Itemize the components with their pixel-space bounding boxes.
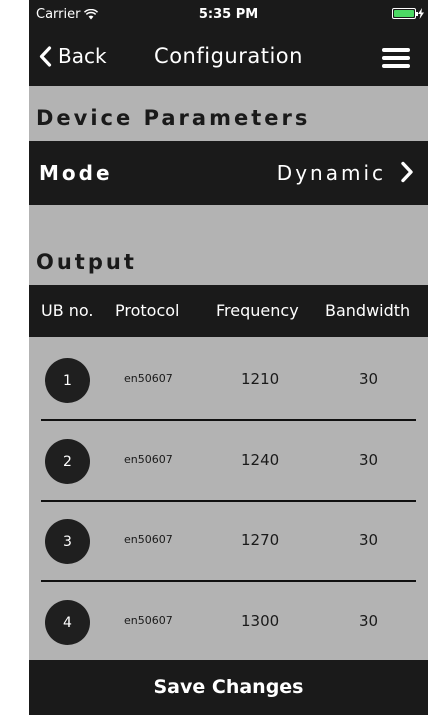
table-row[interactable]: 2 en50607 1240 30	[29, 421, 428, 501]
output-heading: Output	[36, 250, 137, 274]
bandwidth-cell: 30	[359, 612, 379, 630]
protocol-cell: en50607	[124, 453, 173, 466]
column-header-protocol: Protocol	[115, 301, 180, 320]
column-header-bandwidth: Bandwidth	[325, 301, 411, 320]
bandwidth-cell: 30	[359, 531, 379, 549]
nav-bar: Back Configuration	[29, 28, 428, 86]
column-header-ub: UB no.	[41, 301, 94, 320]
chevron-right-icon	[401, 161, 413, 183]
frequency-cell: 1270	[241, 531, 280, 549]
table-header: UB no. Protocol Frequency Bandwidth	[29, 285, 428, 337]
save-changes-button[interactable]: Save Changes	[29, 660, 428, 715]
phone-screen: Carrier 5:35 PM Back Configuration Devic…	[29, 0, 428, 715]
back-button[interactable]: Back	[39, 44, 107, 68]
bandwidth-cell: 30	[359, 451, 379, 469]
device-parameters-heading: Device Parameters	[36, 106, 311, 130]
protocol-cell: en50607	[124, 372, 173, 385]
chevron-left-icon	[39, 45, 52, 67]
status-time: 5:35 PM	[198, 7, 259, 22]
protocol-cell: en50607	[124, 533, 173, 546]
mode-value: Dynamic	[276, 161, 386, 185]
table-row[interactable]: 1 en50607 1210 30	[29, 340, 428, 420]
ub-number-badge: 1	[45, 358, 90, 403]
frequency-cell: 1300	[241, 612, 280, 630]
mode-row[interactable]: Mode Dynamic	[29, 141, 428, 205]
back-label: Back	[58, 44, 107, 68]
hamburger-icon	[382, 48, 410, 52]
bandwidth-cell: 30	[359, 370, 379, 388]
status-right	[392, 8, 424, 19]
protocol-cell: en50607	[124, 614, 173, 627]
table-row[interactable]: 3 en50607 1270 30	[29, 501, 428, 581]
ub-number-badge: 2	[45, 439, 90, 484]
mode-label: Mode	[39, 161, 113, 185]
frequency-cell: 1210	[241, 370, 280, 388]
frequency-cell: 1240	[241, 451, 280, 469]
menu-button[interactable]	[382, 48, 410, 68]
ub-number-badge: 3	[45, 519, 90, 564]
column-header-frequency: Frequency	[216, 301, 299, 320]
charging-icon	[418, 8, 424, 19]
ub-number-badge: 4	[45, 600, 90, 645]
status-bar: Carrier 5:35 PM	[29, 0, 428, 28]
table-row[interactable]: 4 en50607 1300 30	[29, 582, 428, 662]
battery-icon	[392, 8, 418, 19]
